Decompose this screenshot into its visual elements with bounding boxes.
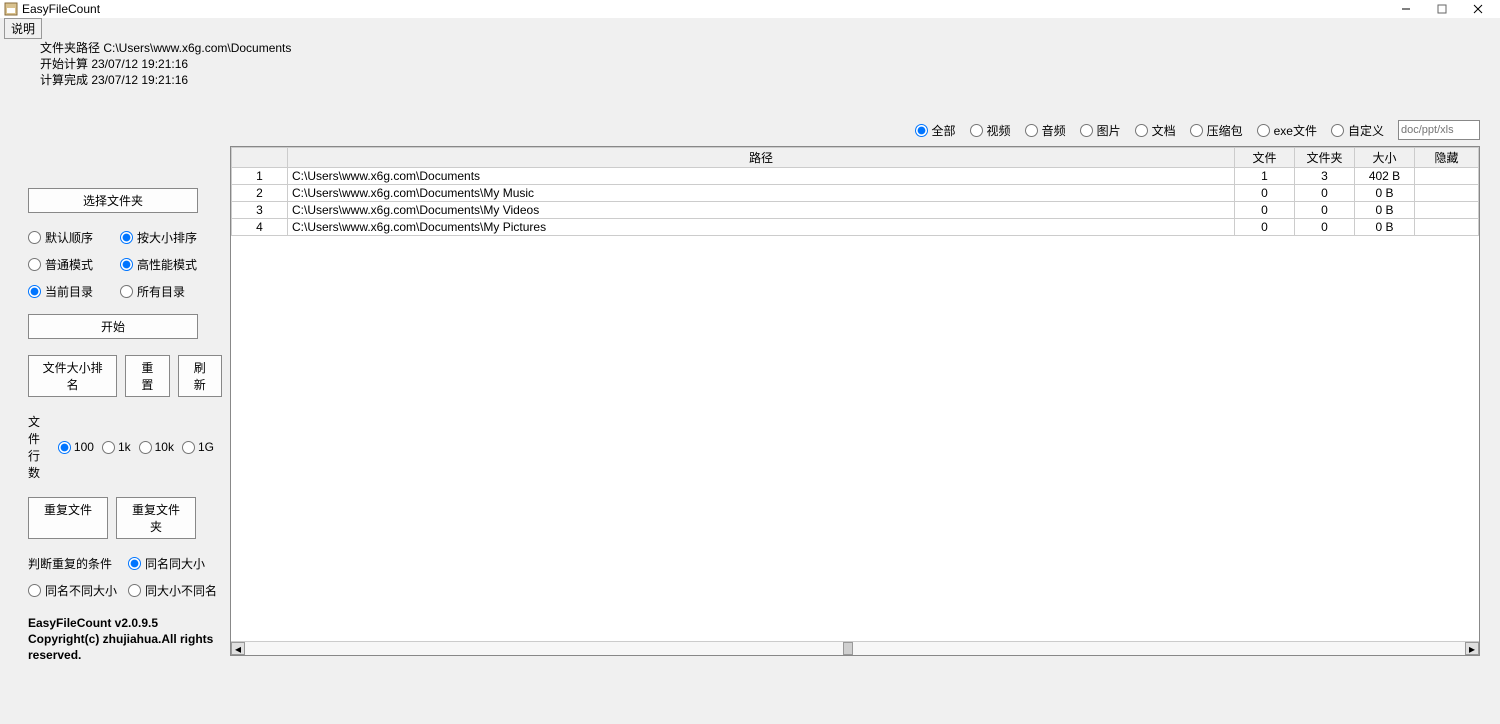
- radio-sort-size[interactable]: 按大小排序: [120, 229, 212, 246]
- th-hidden[interactable]: 隐藏: [1415, 148, 1479, 168]
- filter-image[interactable]: 图片: [1080, 122, 1121, 139]
- copyright-label: Copyright(c) zhujiahua.All rights reserv…: [28, 631, 222, 663]
- maximize-button[interactable]: [1424, 1, 1460, 17]
- rowcount-group: 文件行数 100 1k 10k 1G: [28, 413, 222, 481]
- radio-dup-same-name-size[interactable]: 同名同大小: [128, 555, 220, 572]
- cell-files: 0: [1235, 185, 1295, 202]
- title-bar: EasyFileCount: [0, 0, 1500, 18]
- cell-hidden: [1415, 185, 1479, 202]
- cell-folders: 0: [1295, 219, 1355, 236]
- close-button[interactable]: [1460, 1, 1496, 17]
- rowcount-10k[interactable]: 10k: [139, 440, 174, 454]
- cell-size: 402 B: [1355, 168, 1415, 185]
- cell-hidden: [1415, 219, 1479, 236]
- menu-bar: 说明: [0, 18, 1500, 36]
- radio-dup-same-name-diff-size[interactable]: 同名不同大小: [28, 582, 128, 599]
- rowcount-1g[interactable]: 1G: [182, 440, 214, 454]
- cell-files: 0: [1235, 202, 1295, 219]
- filter-doc[interactable]: 文档: [1135, 122, 1176, 139]
- radio-mode-high[interactable]: 高性能模式: [120, 256, 212, 273]
- dup-cond-label: 判断重复的条件: [28, 555, 128, 572]
- sidebar: 选择文件夹 默认顺序 按大小排序 普通模式 高性能模式 当前目录 所有目录 开始…: [0, 92, 230, 663]
- choose-folder-button[interactable]: 选择文件夹: [28, 188, 198, 213]
- filter-audio[interactable]: 音频: [1025, 122, 1066, 139]
- info-start: 开始计算 23/07/12 19:21:16: [40, 56, 1500, 72]
- scroll-left-arrow[interactable]: ◂: [231, 642, 245, 655]
- table-header-row: 路径 文件 文件夹 大小 隐藏: [232, 148, 1479, 168]
- info-path: 文件夹路径 C:\Users\www.x6g.com\Documents: [40, 40, 1500, 56]
- th-size[interactable]: 大小: [1355, 148, 1415, 168]
- scroll-right-arrow[interactable]: ▸: [1465, 642, 1479, 655]
- cell-hidden: [1415, 168, 1479, 185]
- reset-button[interactable]: 重置: [125, 355, 169, 397]
- cell-files: 0: [1235, 219, 1295, 236]
- table-row[interactable]: 4C:\Users\www.x6g.com\Documents\My Pictu…: [232, 219, 1479, 236]
- start-button[interactable]: 开始: [28, 314, 198, 339]
- table-row[interactable]: 1C:\Users\www.x6g.com\Documents13402 B: [232, 168, 1479, 185]
- window-title: EasyFileCount: [22, 2, 1388, 16]
- filter-video[interactable]: 视频: [970, 122, 1011, 139]
- dup-folder-button[interactable]: 重复文件夹: [116, 497, 196, 539]
- filter-archive[interactable]: 压缩包: [1190, 122, 1243, 139]
- table-row[interactable]: 2C:\Users\www.x6g.com\Documents\My Music…: [232, 185, 1479, 202]
- cell-folders: 0: [1295, 185, 1355, 202]
- cell-idx: 3: [232, 202, 288, 219]
- filter-custom-input[interactable]: [1398, 120, 1480, 140]
- th-files[interactable]: 文件: [1235, 148, 1295, 168]
- cell-files: 1: [1235, 168, 1295, 185]
- th-folders[interactable]: 文件夹: [1295, 148, 1355, 168]
- minimize-button[interactable]: [1388, 1, 1424, 17]
- cell-path: C:\Users\www.x6g.com\Documents\My Music: [288, 185, 1235, 202]
- rowcount-label: 文件行数: [28, 413, 52, 481]
- cell-folders: 0: [1295, 202, 1355, 219]
- cell-path: C:\Users\www.x6g.com\Documents: [288, 168, 1235, 185]
- radio-dir-all[interactable]: 所有目录: [120, 283, 212, 300]
- dup-file-button[interactable]: 重复文件: [28, 497, 108, 539]
- radio-dup-same-size-diff-name[interactable]: 同大小不同名: [128, 582, 220, 599]
- info-done: 计算完成 23/07/12 19:21:16: [40, 72, 1500, 88]
- filter-exe[interactable]: exe文件: [1257, 122, 1317, 139]
- refresh-button[interactable]: 刷新: [178, 355, 222, 397]
- radio-mode-normal[interactable]: 普通模式: [28, 256, 120, 273]
- cell-size: 0 B: [1355, 219, 1415, 236]
- cell-path: C:\Users\www.x6g.com\Documents\My Videos: [288, 202, 1235, 219]
- info-panel: 文件夹路径 C:\Users\www.x6g.com\Documents 开始计…: [0, 36, 1500, 92]
- cell-path: C:\Users\www.x6g.com\Documents\My Pictur…: [288, 219, 1235, 236]
- scroll-track[interactable]: [245, 642, 1465, 655]
- cell-idx: 4: [232, 219, 288, 236]
- cell-size: 0 B: [1355, 185, 1415, 202]
- th-path[interactable]: 路径: [288, 148, 1235, 168]
- scroll-thumb[interactable]: [843, 642, 853, 655]
- horizontal-scrollbar[interactable]: ◂ ▸: [231, 641, 1479, 655]
- app-icon: [4, 2, 18, 16]
- radio-sort-default[interactable]: 默认顺序: [28, 229, 120, 246]
- filter-all[interactable]: 全部: [915, 122, 956, 139]
- filter-row: 全部 视频 音频 图片 文档 压缩包 exe文件 自定义: [230, 92, 1480, 146]
- radio-dir-current[interactable]: 当前目录: [28, 283, 120, 300]
- menu-help[interactable]: 说明: [4, 18, 42, 39]
- cell-hidden: [1415, 202, 1479, 219]
- results-table: 路径 文件 文件夹 大小 隐藏 1C:\Users\www.x6g.com\Do…: [230, 146, 1480, 656]
- filesize-sort-button[interactable]: 文件大小排名: [28, 355, 117, 397]
- cell-size: 0 B: [1355, 202, 1415, 219]
- main-panel: 全部 视频 音频 图片 文档 压缩包 exe文件 自定义 路径 文件: [230, 92, 1500, 663]
- cell-folders: 3: [1295, 168, 1355, 185]
- cell-idx: 1: [232, 168, 288, 185]
- filter-custom[interactable]: 自定义: [1331, 122, 1384, 139]
- cell-idx: 2: [232, 185, 288, 202]
- rowcount-100[interactable]: 100: [58, 440, 94, 454]
- rowcount-1k[interactable]: 1k: [102, 440, 131, 454]
- table-row[interactable]: 3C:\Users\www.x6g.com\Documents\My Video…: [232, 202, 1479, 219]
- version-label: EasyFileCount v2.0.9.5: [28, 615, 222, 631]
